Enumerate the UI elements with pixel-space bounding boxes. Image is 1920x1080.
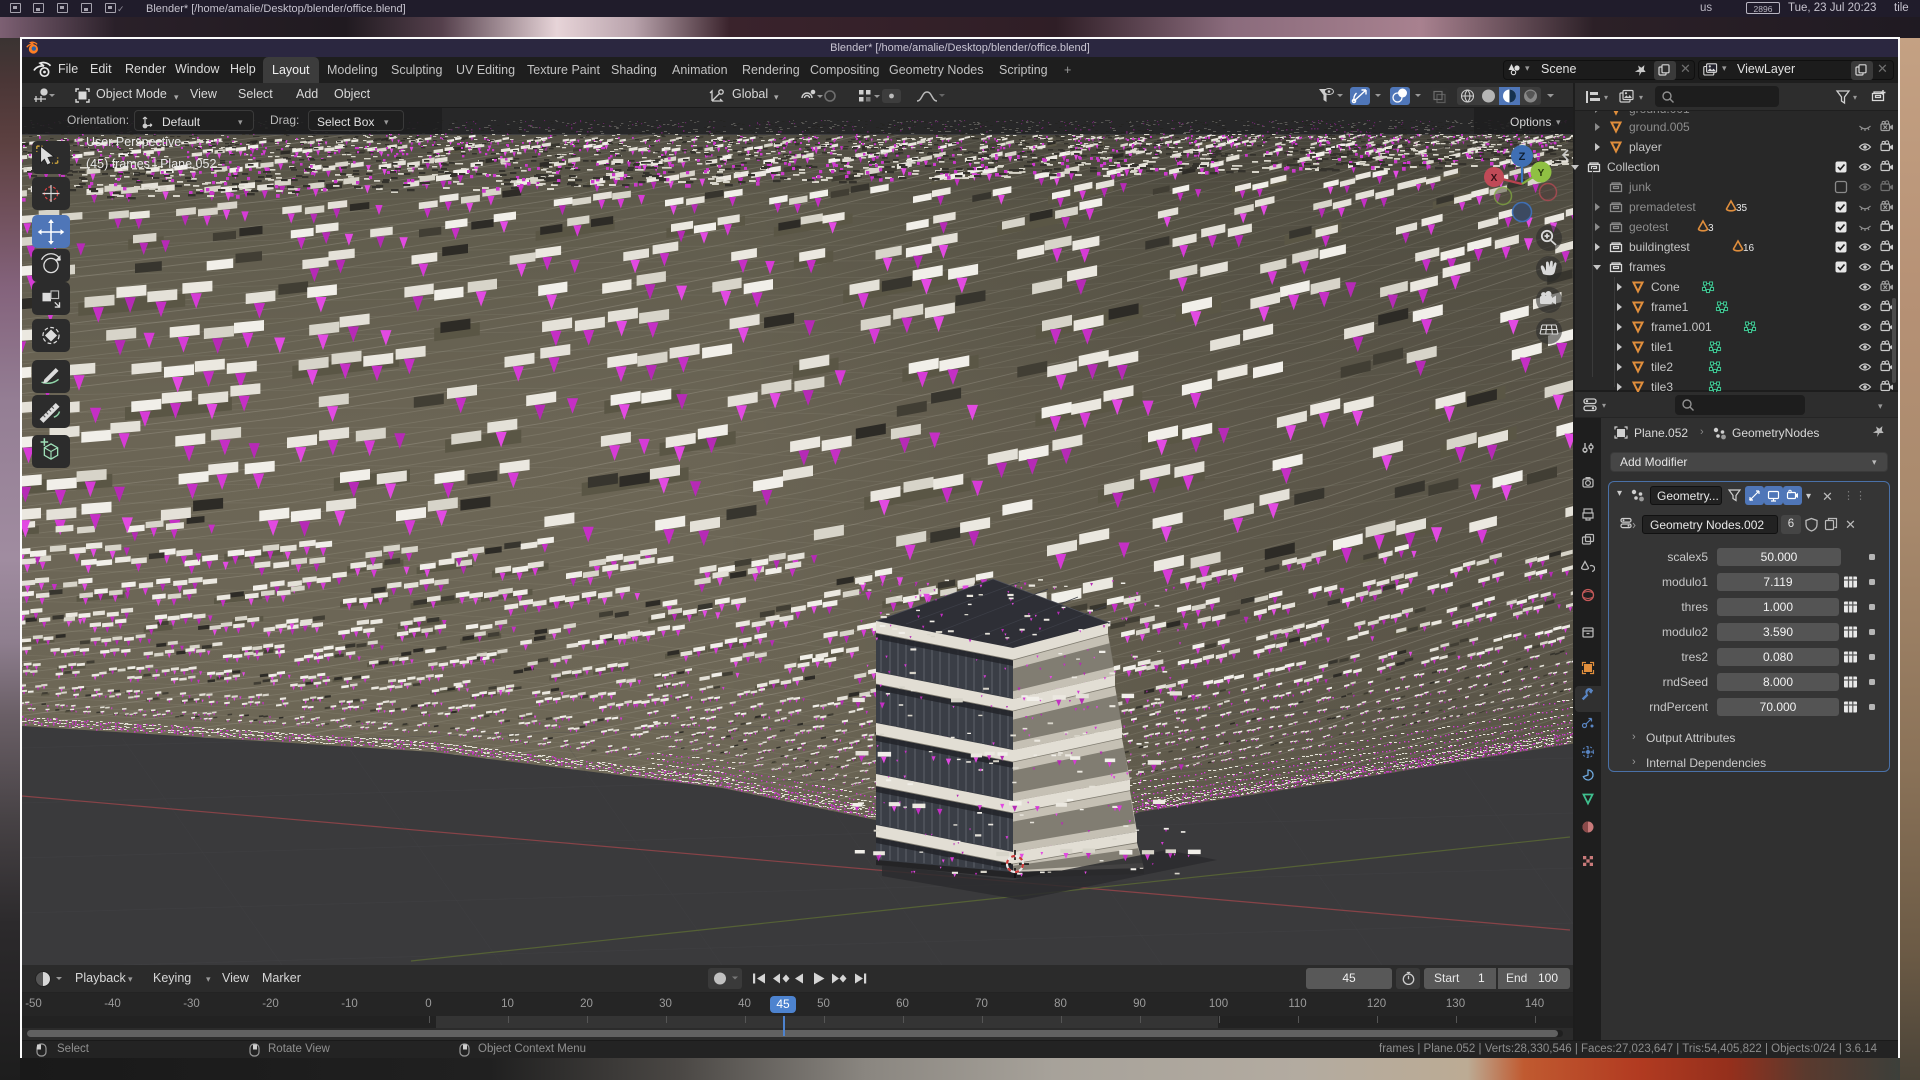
svg-text:User Perspective: User Perspective — [86, 135, 181, 149]
svg-text:Y: Y — [1538, 168, 1545, 179]
svg-text:X: X — [1491, 173, 1498, 184]
svg-text:(45) frames | Plane.052: (45) frames | Plane.052 — [86, 157, 216, 171]
svg-text:Z: Z — [1519, 151, 1526, 163]
